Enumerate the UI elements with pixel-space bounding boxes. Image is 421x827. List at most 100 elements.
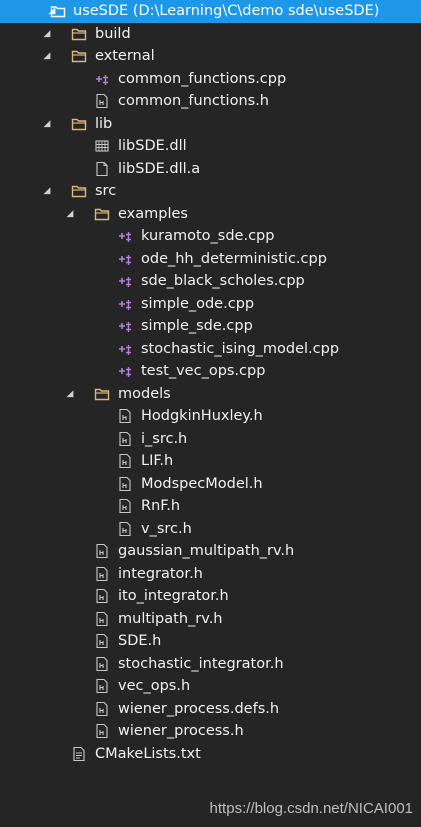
tree-file-row[interactable]: i_src.h	[0, 428, 421, 451]
tree-item-label: common_functions.cpp	[118, 70, 287, 87]
tree-file-row[interactable]: sde_black_scholes.cpp	[0, 270, 421, 293]
tree-file-row[interactable]: ode_hh_deterministic.cpp	[0, 248, 421, 271]
folder-icon	[71, 48, 87, 64]
tree-item-label: ode_hh_deterministic.cpp	[141, 250, 327, 267]
tree-file-row[interactable]: ModspecModel.h	[0, 473, 421, 496]
tree-item-label: models	[118, 385, 171, 402]
collapse-arrow-icon[interactable]: ◢	[40, 180, 54, 203]
tree-file-row[interactable]: multipath_rv.h	[0, 608, 421, 631]
tree-project-row[interactable]: ◢ useSDE (D:\Learning\C\demo sde\useSDE)	[0, 0, 421, 23]
header-file-icon	[94, 723, 110, 739]
cpp-file-icon	[117, 318, 133, 334]
tree-item-label: ito_integrator.h	[118, 588, 229, 604]
collapse-arrow-icon[interactable]: ◢	[40, 45, 54, 68]
tree-item-label: test_vec_ops.cpp	[141, 363, 266, 379]
tree-file-row[interactable]: CMakeLists.txt	[0, 743, 421, 766]
tree-file-row[interactable]: simple_sde.cpp	[0, 315, 421, 338]
tree-file-row[interactable]: ito_integrator.h	[0, 585, 421, 608]
header-file-icon	[94, 701, 110, 717]
tree-item-label: integrator.h	[118, 565, 203, 582]
tree-file-row[interactable]: integrator.h	[0, 563, 421, 586]
tree-item-label: lib	[95, 115, 113, 132]
header-file-icon	[94, 93, 110, 109]
cpp-file-icon	[94, 71, 110, 87]
tree-item-label: RnF.h	[141, 498, 181, 514]
tree-file-row[interactable]: HodgkinHuxley.h	[0, 405, 421, 428]
tree-item-label: build	[95, 25, 131, 42]
cpp-file-icon	[117, 251, 133, 267]
tree-file-row[interactable]: stochastic_integrator.h	[0, 653, 421, 676]
collapse-arrow-icon[interactable]: ◢	[63, 383, 77, 406]
tree-item-label: simple_sde.cpp	[141, 318, 253, 334]
tree-folder-row[interactable]: ◢ build	[0, 23, 421, 46]
tree-item-label: kuramoto_sde.cpp	[141, 228, 275, 244]
tree-item-label: src	[95, 183, 117, 199]
cpp-file-icon	[117, 341, 133, 357]
tree-item-label: HodgkinHuxley.h	[141, 408, 263, 424]
tree-file-row[interactable]: vec_ops.h	[0, 675, 421, 698]
tree-file-row[interactable]: libSDE.dll.a	[0, 158, 421, 181]
watermark: https://blog.csdn.net/NICAI001	[209, 800, 413, 817]
tree-item-label: sde_black_scholes.cpp	[141, 273, 305, 289]
dll-file-icon	[94, 138, 110, 154]
tree-folder-row[interactable]: ◢ src	[0, 180, 421, 203]
collapse-arrow-icon[interactable]: ◢	[40, 113, 54, 136]
tree-item-label: wiener_process.defs.h	[118, 700, 280, 717]
tree-item-label: SDE.h	[118, 633, 162, 649]
collapse-arrow-icon[interactable]: ◢	[63, 203, 77, 226]
tree-file-row[interactable]: kuramoto_sde.cpp	[0, 225, 421, 248]
tree-item-label: gaussian_multipath_rv.h	[118, 543, 295, 559]
tree-item-label: examples	[118, 205, 188, 222]
tree-item-label: common_functions.h	[118, 93, 269, 109]
cpp-file-icon	[117, 273, 133, 289]
tree-file-row[interactable]: libSDE.dll	[0, 135, 421, 158]
tree-folder-row[interactable]: ◢ models	[0, 383, 421, 406]
tree-file-row[interactable]: SDE.h	[0, 630, 421, 653]
tree-folder-row[interactable]: ◢ examples	[0, 203, 421, 226]
folder-icon	[71, 183, 87, 199]
header-file-icon	[117, 431, 133, 447]
tree-file-row[interactable]: wiener_process.defs.h	[0, 698, 421, 721]
tree-item-label: i_src.h	[141, 430, 188, 447]
tree-file-row[interactable]: LIF.h	[0, 450, 421, 473]
project-icon	[50, 3, 66, 19]
header-file-icon	[117, 476, 133, 492]
tree-file-row[interactable]: simple_ode.cpp	[0, 293, 421, 316]
tree-file-row[interactable]: common_functions.cpp	[0, 68, 421, 91]
tree-file-row[interactable]: stochastic_ising_model.cpp	[0, 338, 421, 361]
header-file-icon	[117, 453, 133, 469]
tree-file-row[interactable]: RnF.h	[0, 495, 421, 518]
header-file-icon	[94, 566, 110, 582]
tree-file-row[interactable]: wiener_process.h	[0, 720, 421, 743]
tree-item-label: LIF.h	[141, 453, 174, 469]
folder-icon	[71, 26, 87, 42]
folder-icon	[94, 386, 110, 402]
cpp-file-icon	[117, 363, 133, 379]
tree-item-label: libSDE.dll.a	[118, 160, 201, 177]
folder-icon	[71, 116, 87, 132]
tree-item-label: ModspecModel.h	[141, 475, 263, 492]
tree-file-row[interactable]: test_vec_ops.cpp	[0, 360, 421, 383]
generic-file-icon	[94, 161, 110, 177]
cpp-file-icon	[117, 296, 133, 312]
tree-file-row[interactable]: v_src.h	[0, 518, 421, 541]
tree-folder-row[interactable]: ◢ external	[0, 45, 421, 68]
tree-file-row[interactable]: gaussian_multipath_rv.h	[0, 540, 421, 563]
text-file-icon	[71, 746, 87, 762]
folder-icon	[94, 206, 110, 222]
tree-item-label: external	[95, 48, 155, 64]
tree-file-row[interactable]: common_functions.h	[0, 90, 421, 113]
tree-folder-row[interactable]: ◢ lib	[0, 113, 421, 136]
header-file-icon	[117, 521, 133, 537]
header-file-icon	[117, 408, 133, 424]
tree-item-label: stochastic_integrator.h	[118, 655, 284, 672]
tree-item-label: vec_ops.h	[118, 678, 191, 694]
collapse-arrow-icon[interactable]: ◢	[40, 23, 54, 46]
tree-item-label: multipath_rv.h	[118, 610, 223, 627]
header-file-icon	[117, 498, 133, 514]
tree-item-label: simple_ode.cpp	[141, 295, 255, 312]
tree-item-label: wiener_process.h	[118, 723, 244, 739]
cpp-file-icon	[117, 228, 133, 244]
header-file-icon	[94, 588, 110, 604]
header-file-icon	[94, 656, 110, 672]
